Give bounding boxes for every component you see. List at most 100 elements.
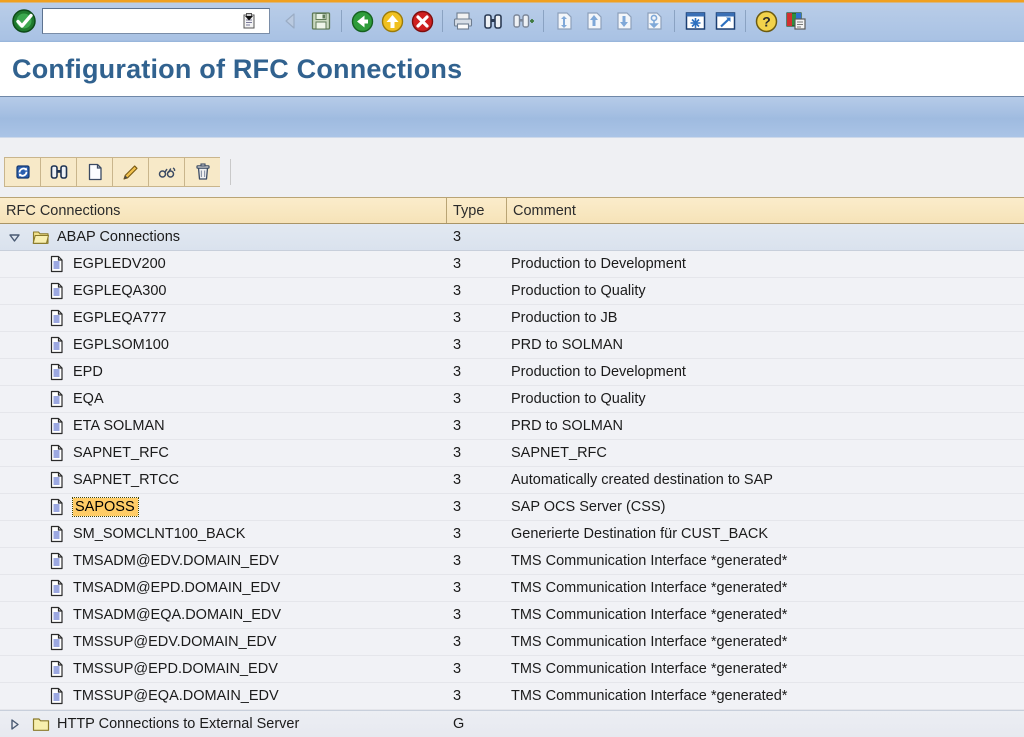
- table-row[interactable]: TMSADM@EPD.DOMAIN_EDV 3 TMS Communication …: [0, 575, 1024, 602]
- table-row[interactable]: TMSADM@EQA.DOMAIN_EDV 3 TMS Communication …: [0, 602, 1024, 629]
- toolbar-separator: [543, 10, 544, 32]
- tree-node-label[interactable]: EGPLEQA300: [73, 283, 167, 299]
- toolbar-separator: [341, 10, 342, 32]
- table-row[interactable]: SM_SOMCLNT100_BACK 3 Generierte Destinatio…: [0, 521, 1024, 548]
- table-row[interactable]: ETA SOLMAN 3 PRD to SOLMAN: [0, 413, 1024, 440]
- table-row[interactable]: EGPLEQA777 3 Production to JB: [0, 305, 1024, 332]
- cell-comment: PRD to SOLMAN: [511, 337, 623, 353]
- next-page-button[interactable]: [609, 6, 639, 36]
- title-bar: Configuration of RFC Connections: [0, 42, 1024, 96]
- create-shortcut-button[interactable]: [710, 6, 740, 36]
- table-row[interactable]: EPD 3 Production to Development: [0, 359, 1024, 386]
- command-field[interactable]: [42, 8, 270, 34]
- cell-type: 3: [453, 553, 462, 569]
- cell-type: 3: [453, 283, 462, 299]
- cell-name: TMSADM@EDV.DOMAIN_EDV: [0, 548, 447, 574]
- document-icon: [46, 444, 68, 462]
- expand-toggle-icon[interactable]: [4, 718, 24, 731]
- save-button[interactable]: [306, 6, 336, 36]
- cell-name: ABAP Connections: [0, 224, 447, 250]
- cell-type: 3: [453, 580, 462, 596]
- tree-node-label[interactable]: TMSADM@EQA.DOMAIN_EDV: [73, 607, 281, 623]
- table-row[interactable]: EGPLSOM100 3 PRD to SOLMAN: [0, 332, 1024, 359]
- copy-button[interactable]: [148, 157, 184, 187]
- column-header-type[interactable]: Type: [447, 198, 507, 223]
- table-row[interactable]: EGPLEDV200 3 Production to Development: [0, 251, 1024, 278]
- closed-folder-icon: [30, 715, 52, 733]
- cell-comment: TMS Communication Interface *generated*: [511, 661, 788, 677]
- tree-node-label[interactable]: EQA: [73, 391, 104, 407]
- tree-node-label[interactable]: EGPLEDV200: [73, 256, 166, 272]
- toolbar-separator: [674, 10, 675, 32]
- cell-comment: TMS Communication Interface *generated*: [511, 634, 788, 650]
- cell-type: 3: [453, 256, 462, 272]
- question-help-icon[interactable]: ?: [751, 6, 781, 36]
- cell-type: 3: [453, 310, 462, 326]
- create-button[interactable]: [76, 157, 112, 187]
- table-row[interactable]: EQA 3 Production to Quality: [0, 386, 1024, 413]
- toolbar-separator: [745, 10, 746, 32]
- cell-comment: TMS Communication Interface *generated*: [511, 580, 788, 596]
- table-row[interactable]: SAPOSS 3 SAP OCS Server (CSS): [0, 494, 1024, 521]
- tree-node-label[interactable]: TMSADM@EPD.DOMAIN_EDV: [73, 580, 280, 596]
- cell-name: SAPNET_RTCC: [0, 467, 447, 493]
- tree-node-label[interactable]: EGPLSOM100: [73, 337, 169, 353]
- cancel-button[interactable]: [407, 6, 437, 36]
- tree-node-label[interactable]: TMSSUP@EDV.DOMAIN_EDV: [73, 634, 277, 650]
- column-header-name[interactable]: RFC Connections: [0, 198, 447, 223]
- table-row[interactable]: EGPLEQA300 3 Production to Quality: [0, 278, 1024, 305]
- previous-page-button[interactable]: [579, 6, 609, 36]
- tree-node-label[interactable]: SAPNET_RFC: [73, 445, 169, 461]
- cell-type: 3: [453, 337, 462, 353]
- cell-type: 3: [453, 472, 462, 488]
- refresh-button[interactable]: [4, 157, 40, 187]
- tree-node-label[interactable]: ETA SOLMAN: [73, 418, 165, 434]
- cell-name: TMSSUP@EPD.DOMAIN_EDV: [0, 656, 447, 682]
- tree-node-label[interactable]: ABAP Connections: [57, 229, 180, 245]
- first-page-button[interactable]: [549, 6, 579, 36]
- find-next-button[interactable]: [508, 6, 538, 36]
- tree-node-label[interactable]: TMSSUP@EPD.DOMAIN_EDV: [73, 661, 278, 677]
- back-green-button[interactable]: [347, 6, 377, 36]
- cell-name: TMSSUP@EDV.DOMAIN_EDV: [0, 629, 447, 655]
- cell-comment: TMS Communication Interface *generated*: [511, 688, 788, 704]
- table-row[interactable]: TMSSUP@EQA.DOMAIN_EDV 3 TMS Communication …: [0, 683, 1024, 710]
- tree-node-label[interactable]: SM_SOMCLNT100_BACK: [73, 526, 245, 542]
- table-row[interactable]: SAPNET_RTCC 3 Automatically created destin…: [0, 467, 1024, 494]
- tree-node-label[interactable]: EGPLEQA777: [73, 310, 167, 326]
- tree-node-label-selected[interactable]: SAPOSS: [72, 497, 139, 517]
- clipboard-dropdown-icon[interactable]: [237, 10, 261, 32]
- rfc-connections-tree: RFC Connections Type Comment ABAP Connec…: [0, 197, 1024, 737]
- find-button[interactable]: [478, 6, 508, 36]
- collapse-toggle-icon[interactable]: [4, 231, 24, 244]
- tree-node-label[interactable]: TMSADM@EDV.DOMAIN_EDV: [73, 553, 279, 569]
- column-header-comment[interactable]: Comment: [507, 198, 1024, 223]
- open-folder-icon: [30, 228, 52, 246]
- table-row[interactable]: SAPNET_RFC 3 SAPNET_RFC: [0, 440, 1024, 467]
- find-button[interactable]: [40, 157, 76, 187]
- document-icon: [46, 471, 68, 489]
- cell-type: 3: [453, 391, 462, 407]
- table-row[interactable]: ABAP Connections 3: [0, 224, 1024, 251]
- create-session-button[interactable]: [680, 6, 710, 36]
- tree-node-label[interactable]: TMSSUP@EQA.DOMAIN_EDV: [73, 688, 279, 704]
- print-button[interactable]: [448, 6, 478, 36]
- cell-type: 3: [453, 364, 462, 380]
- back-button[interactable]: [276, 6, 306, 36]
- tree-node-label[interactable]: EPD: [73, 364, 103, 380]
- customize-layout-icon[interactable]: [781, 6, 811, 36]
- table-row[interactable]: TMSSUP@EPD.DOMAIN_EDV 3 TMS Communication …: [0, 656, 1024, 683]
- last-page-button[interactable]: [639, 6, 669, 36]
- command-input[interactable]: [47, 10, 237, 32]
- table-row[interactable]: TMSSUP@EDV.DOMAIN_EDV 3 TMS Communication …: [0, 629, 1024, 656]
- toolbar-gap: [0, 138, 1024, 152]
- delete-button[interactable]: [184, 157, 220, 187]
- tree-node-label[interactable]: HTTP Connections to External Server: [57, 716, 299, 732]
- enter-ok-icon[interactable]: [10, 7, 38, 35]
- table-row[interactable]: TMSADM@EDV.DOMAIN_EDV 3 TMS Communication …: [0, 548, 1024, 575]
- tree-node-label[interactable]: SAPNET_RTCC: [73, 472, 179, 488]
- cell-name: ETA SOLMAN: [0, 413, 447, 439]
- exit-button[interactable]: [377, 6, 407, 36]
- table-row[interactable]: HTTP Connections to External Server G: [0, 710, 1024, 737]
- change-button[interactable]: [112, 157, 148, 187]
